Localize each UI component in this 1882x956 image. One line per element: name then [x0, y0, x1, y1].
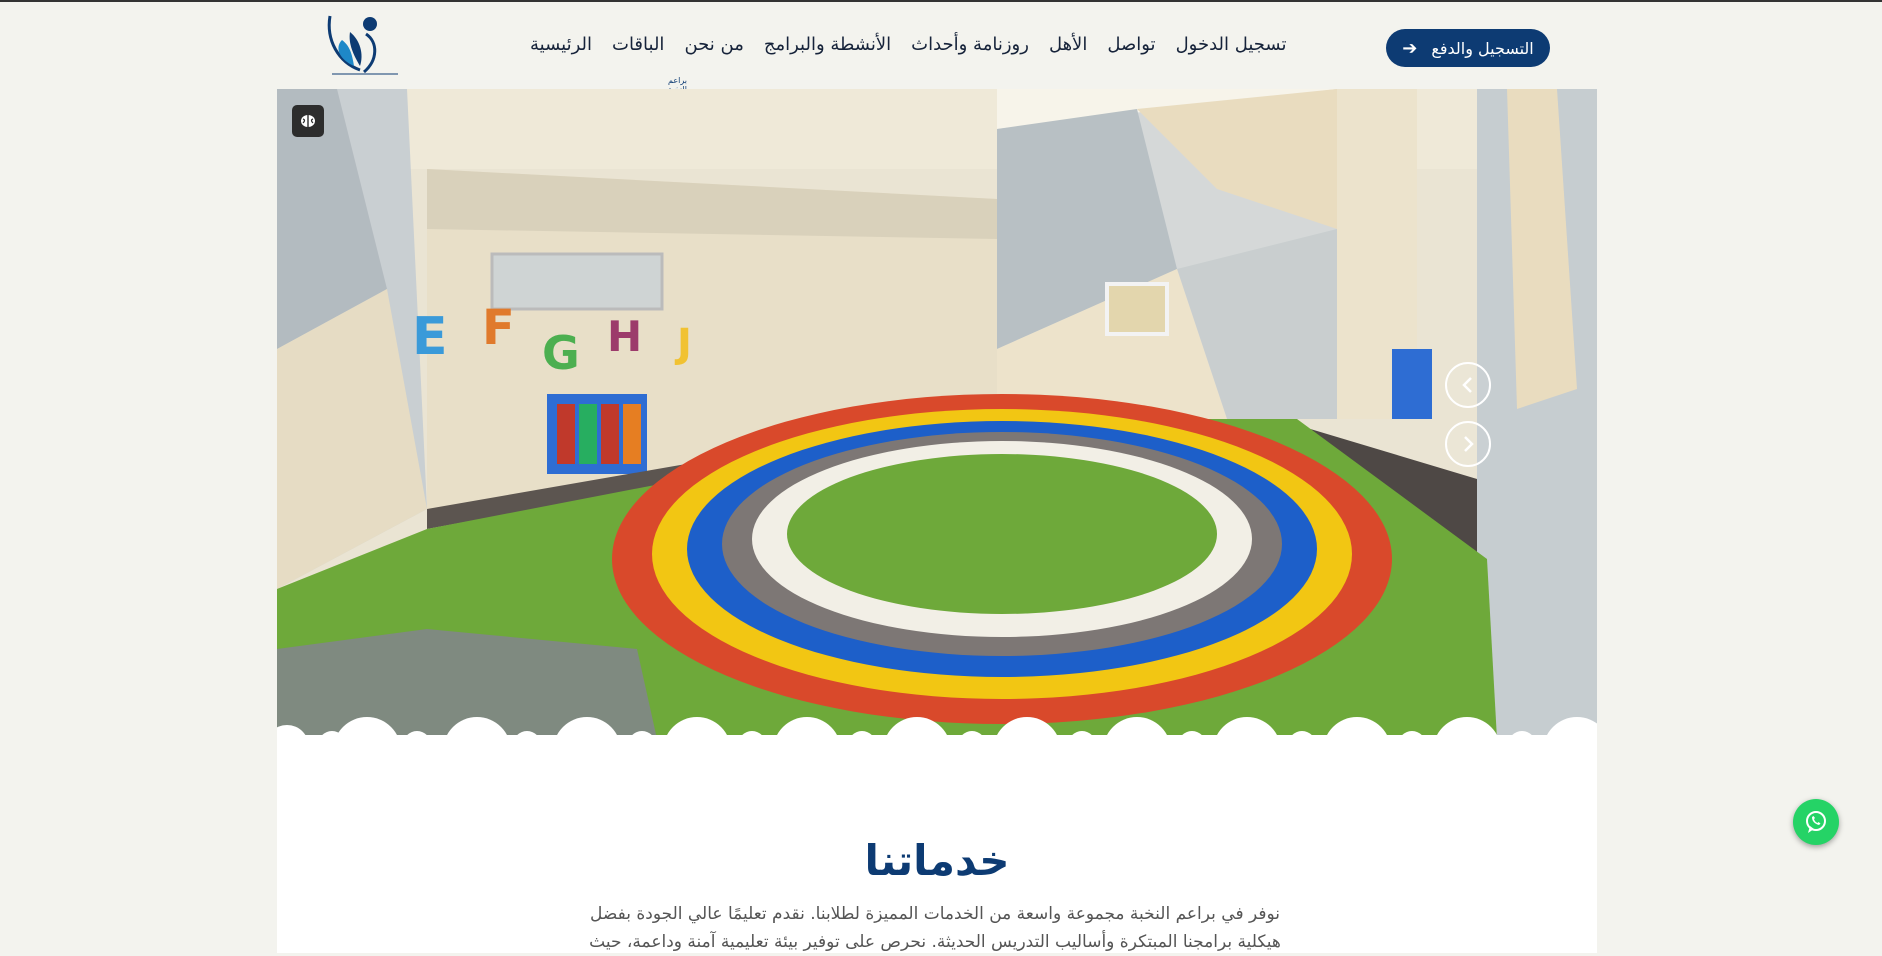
- svg-text:F: F: [482, 300, 515, 356]
- whatsapp-icon: [1806, 811, 1826, 833]
- brain-icon[interactable]: [292, 105, 324, 137]
- site-header: براعم النخبة الرئيسية الباقات من نحن الأ…: [0, 2, 1882, 94]
- chevron-left-icon: [1462, 377, 1472, 393]
- svg-text:E: E: [412, 307, 448, 367]
- main-nav: الرئيسية الباقات من نحن الأنشطة والبرامج…: [530, 34, 1286, 62]
- carousel-next-button[interactable]: [1445, 421, 1491, 467]
- arrow-right-icon: ➔: [1402, 37, 1418, 59]
- chevron-right-icon: [1464, 436, 1474, 452]
- carousel-prev-button[interactable]: [1445, 362, 1491, 408]
- services-title: خدماتنا: [864, 836, 1010, 885]
- svg-text:H: H: [607, 312, 642, 361]
- nav-item-parents[interactable]: الأهل: [1049, 34, 1087, 62]
- nav-item-contact[interactable]: تواصل: [1107, 34, 1155, 62]
- svg-text:G: G: [542, 326, 580, 380]
- nav-item-calendar[interactable]: روزنامة وأحداث: [911, 34, 1029, 62]
- logo-icon: [327, 15, 398, 75]
- services-description: نوفر في براعم النخبة مجموعة واسعة من الخ…: [589, 904, 1281, 952]
- hero-image: E F G H J: [277, 89, 1597, 739]
- whatsapp-button[interactable]: [1793, 799, 1839, 845]
- nav-item-packages[interactable]: الباقات: [612, 34, 664, 62]
- nav-item-about[interactable]: من نحن: [684, 34, 743, 62]
- svg-text:J: J: [674, 321, 692, 367]
- hero-carousel: E F G H J: [277, 89, 1597, 739]
- register-pay-button[interactable]: التسجيل والدفع ➔: [1386, 29, 1550, 67]
- services-section: خدماتنا نوفر في براعم النخبة مجموعة واسع…: [277, 739, 1597, 953]
- site-logo[interactable]: براعم النخبة: [320, 10, 687, 94]
- nav-item-home[interactable]: الرئيسية: [530, 34, 592, 62]
- nav-item-login[interactable]: تسجيل الدخول: [1176, 34, 1287, 62]
- nav-item-activities[interactable]: الأنشطة والبرامج: [764, 34, 891, 62]
- register-pay-label: التسجيل والدفع: [1431, 38, 1534, 58]
